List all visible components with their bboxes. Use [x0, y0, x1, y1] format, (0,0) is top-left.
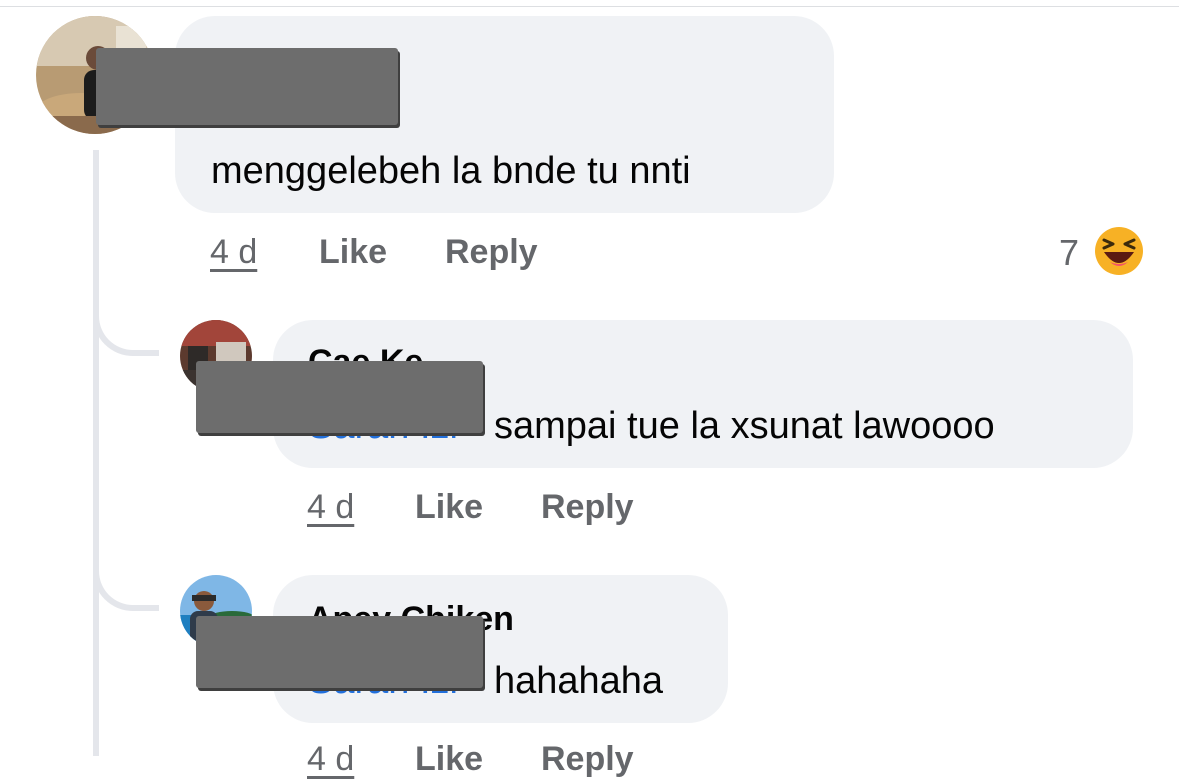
- redaction-block: [196, 616, 483, 688]
- reply-button[interactable]: Reply: [541, 740, 634, 779]
- reply-button[interactable]: Reply: [445, 233, 538, 272]
- reply-timestamp[interactable]: 4 d: [307, 740, 354, 779]
- reply-button[interactable]: Reply: [541, 488, 634, 527]
- thread-connector: [93, 290, 159, 356]
- like-button[interactable]: Like: [415, 488, 483, 527]
- divider: [0, 6, 1179, 7]
- like-button[interactable]: Like: [319, 233, 387, 272]
- reply-timestamp[interactable]: 4 d: [307, 488, 354, 527]
- thread-line: [93, 150, 99, 756]
- thread-connector: [93, 545, 159, 611]
- redaction-block: [96, 48, 398, 125]
- redaction-block: [196, 361, 483, 433]
- reaction-count[interactable]: 7: [1059, 232, 1079, 274]
- like-button[interactable]: Like: [415, 740, 483, 779]
- comment-timestamp[interactable]: 4 d: [210, 233, 257, 272]
- laughing-reaction-icon[interactable]: [1094, 226, 1144, 276]
- reply-text: sampai tue la xsunat lawoooo: [494, 405, 995, 447]
- comment-text: menggelebeh la bnde tu nnti: [211, 150, 691, 192]
- reply-text: hahahaha: [494, 660, 664, 702]
